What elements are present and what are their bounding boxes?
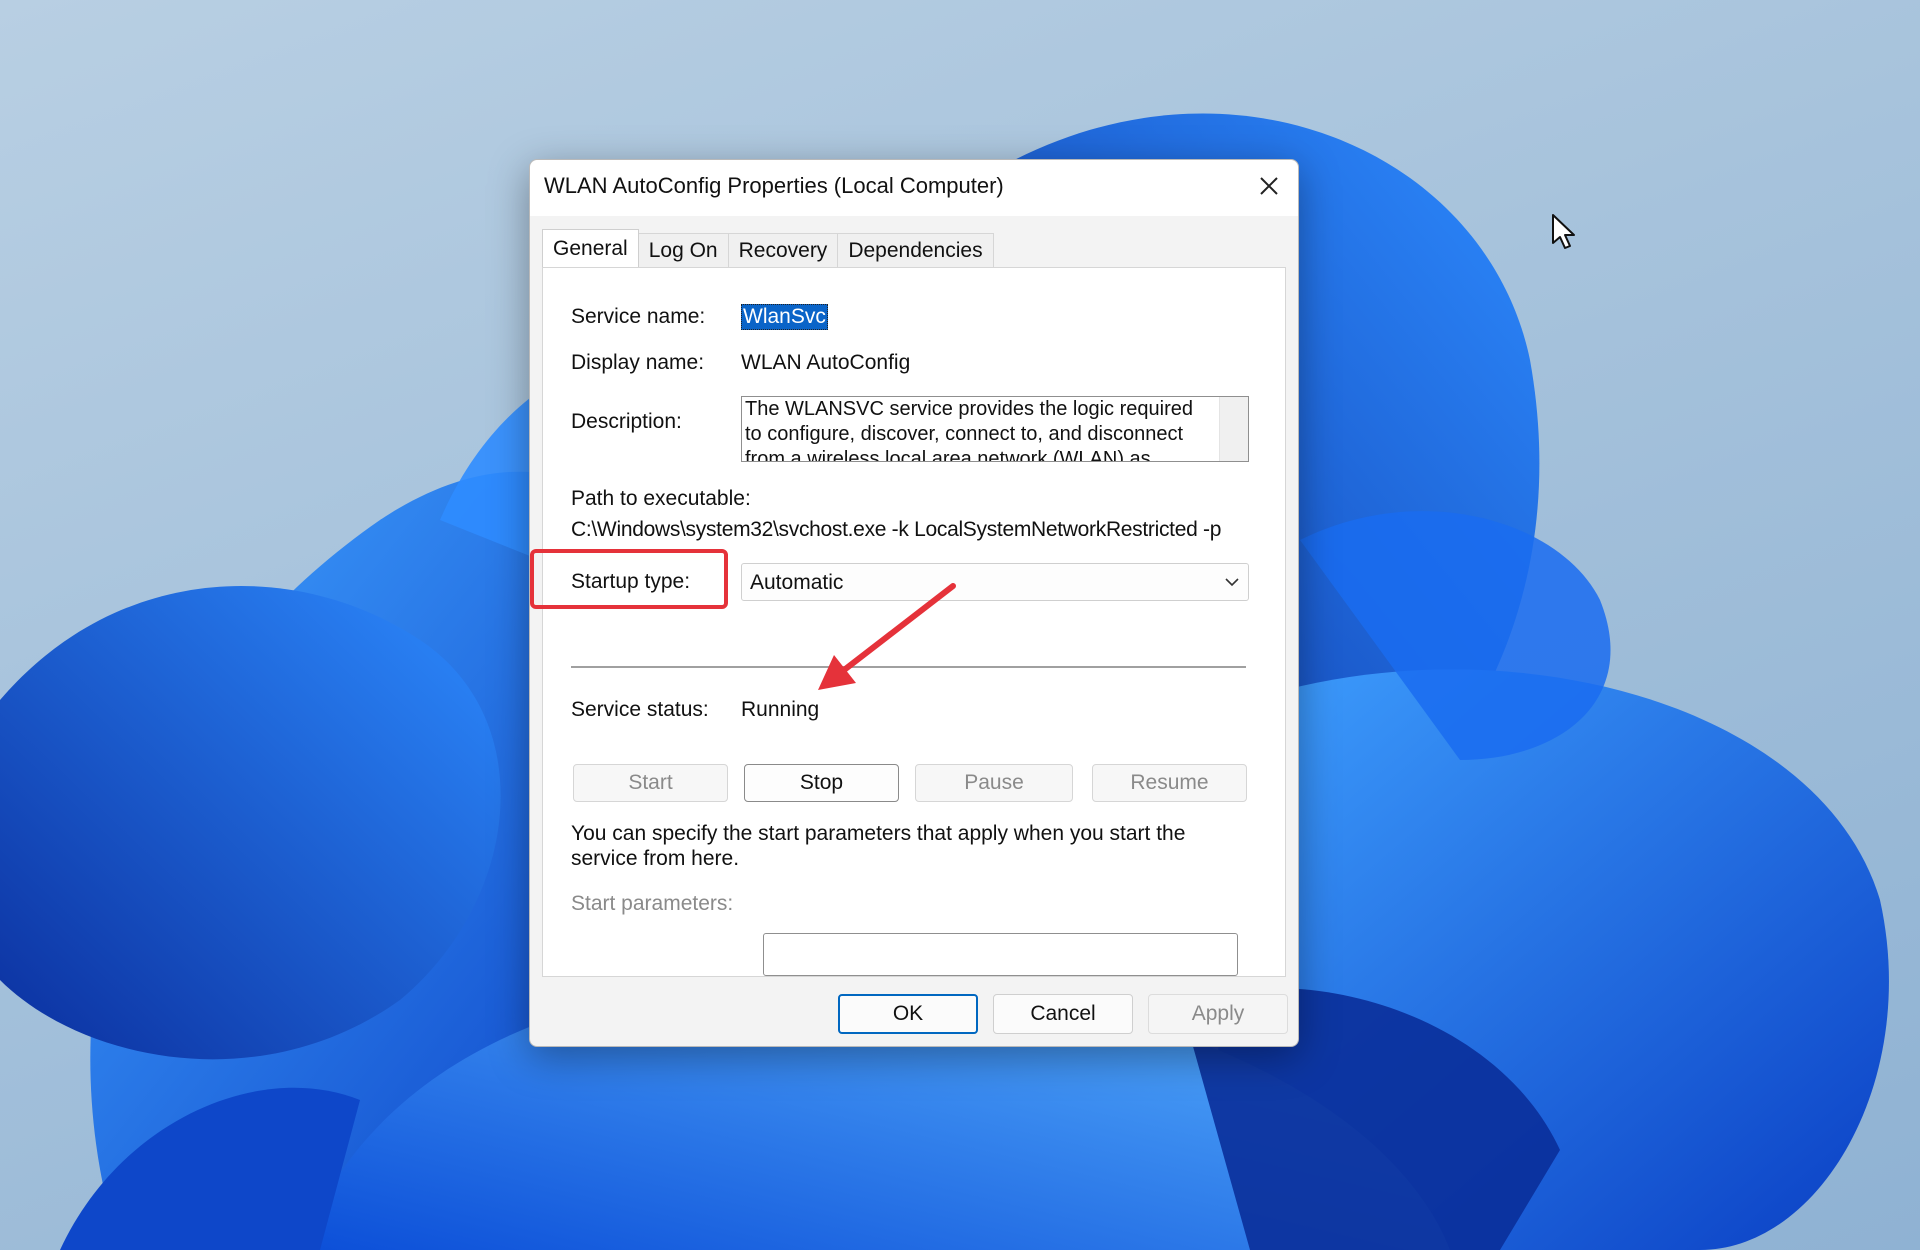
description-label: Description: xyxy=(571,410,682,433)
tab-recovery[interactable]: Recovery xyxy=(727,233,839,267)
service-name-label: Service name: xyxy=(571,305,706,328)
start-button[interactable]: Start xyxy=(573,764,728,802)
dialog-titlebar[interactable]: WLAN AutoConfig Properties (Local Comput… xyxy=(530,160,1298,216)
display-name-label: Display name: xyxy=(571,351,705,374)
startup-type-select[interactable]: Automatic xyxy=(741,563,1249,601)
description-box[interactable]: The WLANSVC service provides the logic r… xyxy=(741,396,1249,462)
separator xyxy=(571,666,1246,668)
service-status-value: Running xyxy=(741,698,820,721)
mouse-pointer-icon xyxy=(1552,214,1575,249)
service-status-label: Service status: xyxy=(571,698,709,721)
pause-button[interactable]: Pause xyxy=(915,764,1073,802)
chevron-down-icon xyxy=(1225,578,1239,587)
path-label: Path to executable: xyxy=(571,487,751,510)
stop-button[interactable]: Stop xyxy=(744,764,899,802)
description-text: The WLANSVC service provides the logic r… xyxy=(745,398,1193,462)
general-tab-panel: Service name: WlanSvc Display name: WLAN… xyxy=(542,267,1286,977)
start-parameters-input[interactable] xyxy=(763,933,1238,976)
path-value[interactable]: C:\Windows\system32\svchost.exe -k Local… xyxy=(571,518,1221,542)
tab-dependencies[interactable]: Dependencies xyxy=(837,233,994,267)
startup-type-value: Automatic xyxy=(750,571,844,594)
tab-strip: General Log On Recovery Dependencies xyxy=(542,229,994,267)
start-params-label: Start parameters: xyxy=(571,892,734,915)
close-icon xyxy=(1260,177,1278,195)
dialog-title: WLAN AutoConfig Properties (Local Comput… xyxy=(544,173,1004,198)
start-params-hint: You can specify the start parameters tha… xyxy=(571,822,1186,870)
apply-button[interactable]: Apply xyxy=(1148,994,1288,1034)
desktop: WLAN AutoConfig Properties (Local Comput… xyxy=(0,0,1920,1250)
close-button[interactable] xyxy=(1246,166,1292,206)
cancel-button[interactable]: Cancel xyxy=(993,994,1133,1034)
tab-general[interactable]: General xyxy=(542,229,639,267)
ok-button[interactable]: OK xyxy=(838,994,978,1034)
annotation-highlight-box xyxy=(530,549,728,609)
display-name-value[interactable]: WLAN AutoConfig xyxy=(741,351,910,375)
description-scrollbar[interactable] xyxy=(1219,397,1248,461)
service-name-value[interactable]: WlanSvc xyxy=(741,304,828,330)
tab-log-on[interactable]: Log On xyxy=(637,233,729,267)
resume-button[interactable]: Resume xyxy=(1092,764,1247,802)
